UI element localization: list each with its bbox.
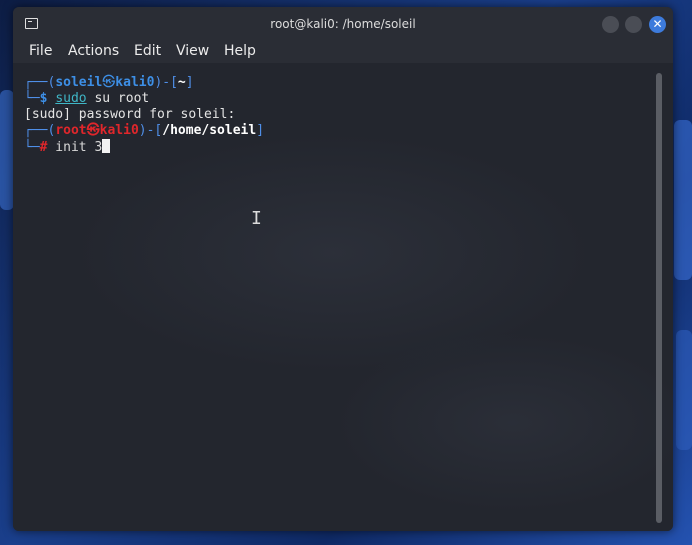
prompt-frame: )-[	[154, 75, 178, 90]
prompt-frame: ]	[256, 123, 265, 138]
menu-view[interactable]: View	[176, 43, 209, 59]
desktop-wallpaper-shape	[676, 330, 692, 450]
command-line-root: └─# init 3	[24, 139, 111, 155]
prompt-at-symbol: ㉿	[86, 123, 100, 138]
menu-bar: File Actions Edit View Help	[13, 41, 673, 63]
menu-help[interactable]: Help	[224, 43, 256, 59]
prompt-hostname: kali0	[99, 123, 139, 138]
terminal-output[interactable]: ┌──(soleil㉿kali0)-[~] └─$ sudo su root […	[13, 63, 673, 531]
prompt-path: /home/soleil	[162, 123, 257, 138]
command-line-user: └─$ sudo su root	[24, 91, 149, 107]
prompt-frame: └─	[24, 91, 40, 106]
menu-file[interactable]: File	[29, 43, 52, 59]
prompt-frame: )-[	[138, 123, 163, 138]
title-bar[interactable]: root@kali0: /home/soleil ✕	[13, 7, 673, 41]
window-title: root@kali0: /home/soleil	[270, 17, 416, 31]
desktop-wallpaper-shape	[674, 120, 692, 280]
sudo-password-line: [sudo] password for soleil:	[24, 107, 236, 122]
prompt-username: soleil	[55, 75, 103, 90]
terminal-window: root@kali0: /home/soleil ✕ File Actions …	[13, 7, 673, 531]
minimize-button[interactable]	[602, 16, 619, 33]
command-name: sudo	[55, 91, 87, 106]
prompt-hostname: kali0	[115, 75, 155, 90]
close-button[interactable]: ✕	[649, 16, 666, 33]
maximize-button[interactable]	[625, 16, 642, 33]
command-args: su root	[86, 91, 150, 106]
prompt-at-symbol: ㉿	[102, 75, 116, 90]
prompt-symbol: $	[39, 91, 48, 106]
prompt-line-root: ┌──(root㉿kali0)-[/home/soleil]	[24, 123, 264, 139]
text-cursor	[102, 139, 111, 153]
prompt-path: ~	[177, 75, 186, 90]
prompt-frame: └─	[24, 140, 40, 155]
text-cursor-icon: I	[251, 208, 262, 229]
menu-edit[interactable]: Edit	[134, 43, 161, 59]
close-icon: ✕	[652, 17, 663, 31]
desktop-wallpaper-shape	[0, 90, 14, 210]
menu-actions[interactable]: Actions	[68, 43, 119, 59]
prompt-frame: ┌──(	[24, 123, 56, 138]
prompt-frame: ┌──(	[24, 75, 56, 90]
prompt-frame: ]	[185, 75, 194, 90]
scrollbar[interactable]	[656, 73, 662, 523]
prompt-line-user: ┌──(soleil㉿kali0)-[~]	[24, 75, 194, 91]
prompt-username: root	[55, 123, 87, 138]
command-input[interactable]: init 3	[47, 140, 102, 155]
